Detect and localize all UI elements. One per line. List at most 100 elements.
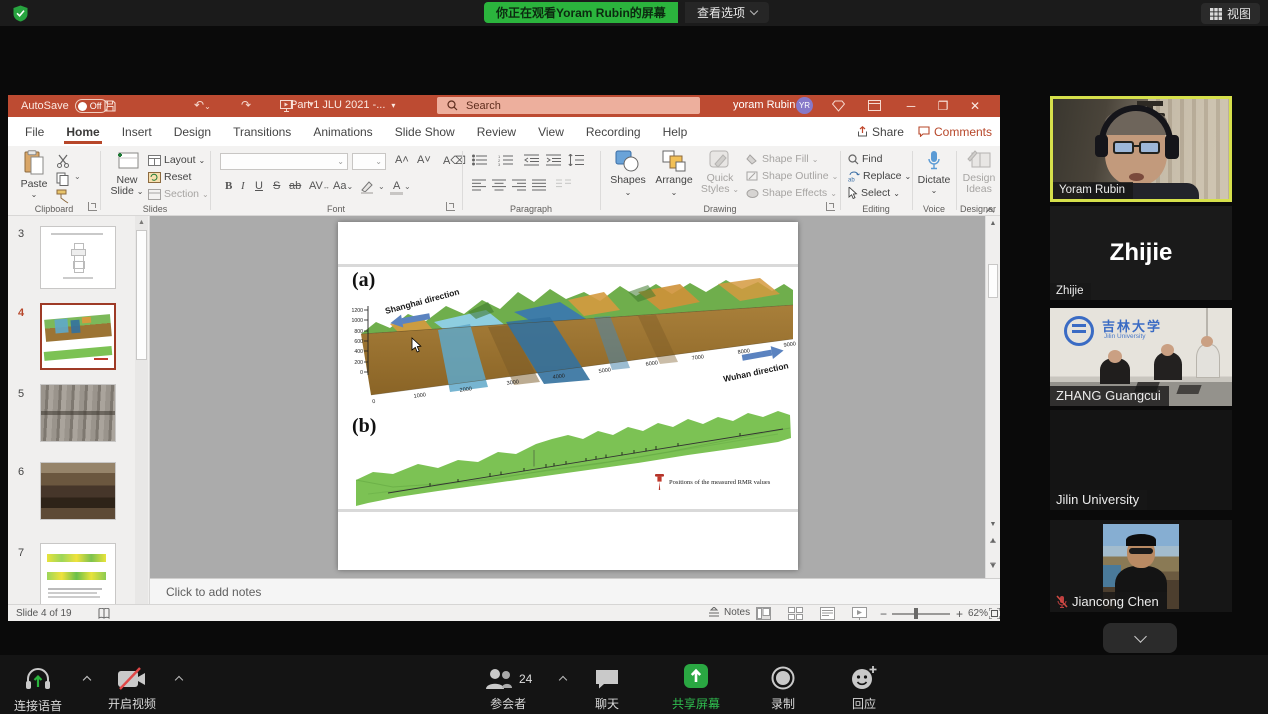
participant-tile-zhang-guangcui[interactable]: 吉林大学 Jilin University ZHANG Guangcui bbox=[1050, 308, 1232, 406]
font-color-button[interactable]: A bbox=[390, 180, 403, 195]
collapse-participants-button[interactable] bbox=[1103, 623, 1177, 653]
chat-button[interactable]: 聊天 bbox=[594, 667, 620, 712]
strikethrough-button[interactable]: S bbox=[270, 180, 283, 192]
zoom-out-button[interactable]: − bbox=[880, 607, 887, 621]
tab-view[interactable]: View bbox=[527, 119, 575, 145]
video-options-chevron[interactable] bbox=[175, 676, 183, 684]
minimize-button[interactable]: ─ bbox=[897, 95, 925, 117]
columns-icon[interactable] bbox=[556, 179, 571, 191]
next-slide-button[interactable]: ▁▼ bbox=[986, 558, 1000, 570]
quick-styles-button[interactable]: Quick Styles ⌄ bbox=[700, 150, 740, 195]
ribbon-display-options-icon[interactable] bbox=[868, 100, 881, 111]
record-button[interactable]: 录制 bbox=[770, 665, 796, 712]
tab-animations[interactable]: Animations bbox=[302, 119, 383, 145]
thumb-scroll-up-icon[interactable]: ▲ bbox=[135, 219, 148, 226]
thumbnail-slide-5[interactable] bbox=[40, 384, 116, 442]
slideshow-view-button[interactable] bbox=[852, 607, 867, 620]
shape-fill-button[interactable]: Shape Fill⌄ bbox=[746, 153, 818, 165]
undo-icon[interactable]: ↶⌄ bbox=[194, 98, 211, 112]
section-button[interactable]: Section⌄ bbox=[148, 188, 209, 200]
document-title[interactable]: Part 1 JLU 2021 -... bbox=[290, 99, 385, 111]
font-color-dropdown-icon[interactable]: ⌄ bbox=[404, 182, 411, 191]
copy-dropdown-icon[interactable]: ⌄ bbox=[74, 172, 81, 181]
comments-button[interactable]: Comments bbox=[918, 125, 992, 139]
participant-tile-jiancong-chen[interactable]: Jiancong Chen bbox=[1050, 520, 1232, 612]
find-button[interactable]: Find bbox=[848, 153, 882, 165]
arrange-button[interactable]: Arrange ⌄ bbox=[652, 150, 696, 198]
zoom-level[interactable]: 62% bbox=[968, 608, 988, 619]
thumb-scroll-thumb[interactable] bbox=[136, 230, 147, 360]
zoom-slider-thumb[interactable] bbox=[914, 608, 918, 619]
underline-button[interactable]: U bbox=[252, 180, 266, 192]
bullets-icon[interactable] bbox=[472, 154, 488, 166]
notes-pane[interactable]: Click to add notes bbox=[150, 578, 1000, 604]
scroll-up-icon[interactable]: ▲ bbox=[986, 220, 1000, 227]
reset-button[interactable]: Reset bbox=[148, 171, 191, 183]
slide-vertical-scrollbar[interactable]: ▲ ▼ ▲▔ ▁▼ ▲ ▼ bbox=[985, 216, 1000, 621]
tab-help[interactable]: Help bbox=[652, 119, 699, 145]
character-spacing-button[interactable]: AV↔ bbox=[306, 180, 333, 192]
account-name[interactable]: yoram Rubin bbox=[733, 99, 795, 111]
search-box[interactable]: Search bbox=[437, 97, 700, 114]
shape-outline-button[interactable]: Shape Outline⌄ bbox=[746, 170, 838, 182]
strike-ab-button[interactable]: ab bbox=[286, 180, 304, 192]
format-painter-icon[interactable] bbox=[56, 189, 71, 204]
security-shield-icon[interactable] bbox=[12, 5, 29, 22]
participants-button[interactable]: 24 参会者 bbox=[484, 667, 532, 712]
tab-slideshow[interactable]: Slide Show bbox=[384, 119, 466, 145]
participant-tile-zhijie[interactable]: Zhijie Zhijie bbox=[1050, 206, 1232, 300]
join-audio-button[interactable]: 连接语音 bbox=[14, 667, 62, 714]
bold-button[interactable]: B bbox=[222, 180, 235, 192]
normal-view-button[interactable] bbox=[756, 607, 771, 620]
scroll-down-icon[interactable]: ▼ bbox=[986, 521, 1000, 528]
start-video-button[interactable]: 开启视频 bbox=[108, 667, 156, 712]
align-center-icon[interactable] bbox=[492, 179, 506, 191]
replace-button[interactable]: abReplace⌄ bbox=[848, 170, 911, 182]
thumbnail-scrollbar[interactable]: ▲ ▼ bbox=[135, 216, 148, 621]
reactions-button[interactable]: 回应 bbox=[850, 665, 878, 712]
highlight-dropdown-icon[interactable]: ⌄ bbox=[378, 182, 385, 191]
participants-options-chevron[interactable] bbox=[559, 676, 567, 684]
decrease-indent-icon[interactable] bbox=[524, 154, 539, 166]
select-button[interactable]: Select⌄ bbox=[848, 187, 900, 199]
slide-sorter-view-button[interactable] bbox=[788, 607, 803, 620]
shrink-font-button[interactable]: A˅ bbox=[414, 154, 434, 166]
scroll-thumb[interactable] bbox=[988, 264, 998, 298]
coming-soon-diamond-icon[interactable] bbox=[832, 100, 845, 112]
spellcheck-book-icon[interactable] bbox=[98, 608, 110, 619]
account-avatar[interactable]: YR bbox=[796, 97, 813, 114]
design-ideas-button[interactable]: Design Ideas bbox=[960, 150, 998, 195]
autosave-toggle[interactable]: Off bbox=[75, 99, 108, 113]
close-button[interactable]: ✕ bbox=[961, 95, 989, 117]
justify-icon[interactable] bbox=[532, 179, 546, 191]
zoom-in-button[interactable]: + bbox=[956, 607, 963, 621]
font-name-combo[interactable]: ⌄ bbox=[220, 153, 348, 170]
title-dropdown-icon[interactable]: ▾ bbox=[391, 101, 395, 110]
font-size-combo[interactable]: ⌄ bbox=[352, 153, 386, 170]
fit-slide-to-window-button[interactable] bbox=[989, 608, 1000, 619]
thumbnail-slide-6[interactable] bbox=[40, 462, 116, 520]
share-button[interactable]: Share bbox=[857, 125, 904, 139]
shapes-button[interactable]: Shapes ⌄ bbox=[608, 150, 648, 198]
notes-toggle-button[interactable]: Notes bbox=[708, 607, 750, 618]
line-spacing-icon[interactable] bbox=[568, 154, 584, 166]
share-screen-button[interactable]: 共享屏幕 bbox=[672, 663, 720, 712]
reading-view-button[interactable] bbox=[820, 607, 835, 620]
dictate-button[interactable]: Dictate⌄ bbox=[916, 150, 952, 195]
participant-tile-jilin-university[interactable]: Jilin University bbox=[1050, 410, 1232, 510]
shape-effects-button[interactable]: Shape Effects⌄ bbox=[746, 187, 837, 199]
slide-4-editing-surface[interactable]: (a) bbox=[338, 222, 798, 570]
tab-file[interactable]: File bbox=[14, 119, 55, 145]
tab-recording[interactable]: Recording bbox=[575, 119, 652, 145]
increase-indent-icon[interactable] bbox=[546, 154, 561, 166]
save-icon[interactable] bbox=[104, 100, 116, 112]
tab-home[interactable]: Home bbox=[55, 119, 110, 145]
numbering-icon[interactable]: 123 bbox=[498, 154, 514, 166]
align-right-icon[interactable] bbox=[512, 179, 526, 191]
layout-button[interactable]: Layout⌄ bbox=[148, 154, 205, 166]
thumbnail-slide-3[interactable] bbox=[40, 226, 116, 289]
change-case-button[interactable]: Aa⌄ bbox=[330, 180, 356, 192]
tab-review[interactable]: Review bbox=[466, 119, 527, 145]
view-button[interactable]: 视图 bbox=[1201, 3, 1260, 24]
thumbnail-slide-4-selected[interactable] bbox=[40, 303, 116, 370]
